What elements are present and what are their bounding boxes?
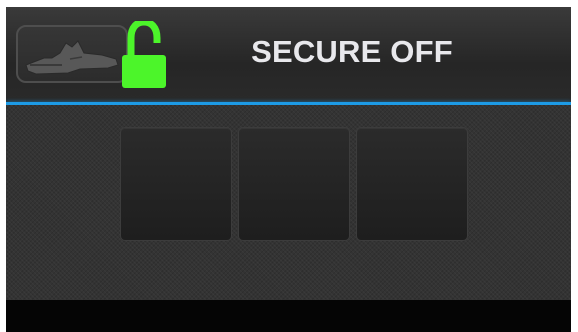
machine-button[interactable] (16, 25, 128, 83)
footer-bar (6, 300, 571, 332)
header-bar: SECURE OFF (6, 7, 571, 102)
keypad-area (6, 105, 571, 300)
lock-open-icon (122, 21, 166, 88)
machine-silhouette-icon (25, 40, 119, 75)
code-slot-2[interactable] (238, 127, 350, 241)
code-slot-1[interactable] (120, 127, 232, 241)
secure-screen: SECURE OFF (6, 7, 571, 332)
page-title: SECURE OFF (251, 34, 453, 69)
code-slot-3[interactable] (356, 127, 468, 241)
